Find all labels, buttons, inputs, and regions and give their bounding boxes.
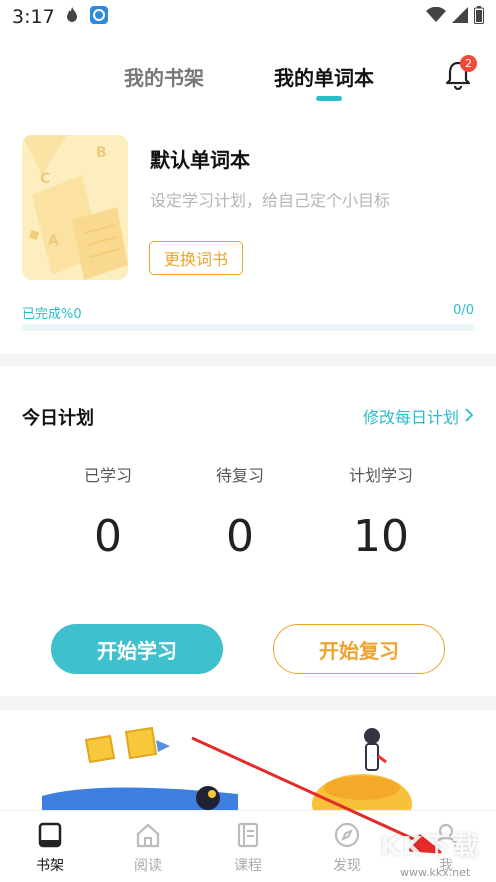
wordbook-description: 设定学习计划，给自己定个小目标 [150, 191, 391, 210]
nav-item-course[interactable]: 课程 [218, 821, 278, 875]
progress-count: 0/0 [453, 303, 474, 318]
cover-letter-a: A [48, 233, 59, 249]
stat-to-review: 待复习 0 [170, 462, 310, 562]
start-review-button[interactable]: 开始复习 [273, 624, 445, 674]
status-time: 3:17 [12, 6, 55, 28]
stat-learned-value: 0 [94, 511, 122, 562]
stat-planned-value: 10 [353, 511, 409, 562]
notification-badge: 2 [460, 55, 477, 72]
modify-daily-plan-link[interactable]: 修改每日计划 [363, 404, 474, 428]
cover-letter-c: C [40, 171, 51, 187]
promo-banners [0, 710, 496, 810]
stat-learned: 已学习 0 [38, 462, 178, 562]
wordbook-card: B C A 默认单词本 设定学习计划，给自己定个小目标 更换词书 已完成%0 0… [0, 114, 496, 354]
modify-daily-plan-label: 修改每日计划 [362, 408, 459, 427]
progress-bar [22, 324, 474, 331]
nav-label-reading: 阅读 [134, 858, 162, 874]
word-game-banner[interactable] [38, 710, 248, 810]
battery-icon [474, 6, 484, 28]
start-learning-button[interactable]: 开始学习 [51, 624, 223, 674]
cover-letter-b: B [96, 145, 107, 161]
nav-label-course: 课程 [234, 858, 262, 874]
nav-item-reading[interactable]: 阅读 [118, 821, 178, 875]
signal-icon [452, 7, 468, 27]
home-icon [118, 821, 178, 849]
flame-icon [63, 6, 81, 28]
bookshelf-icon [20, 821, 80, 849]
nav-item-bookshelf[interactable]: 书架 [20, 821, 80, 875]
nav-label-discover: 发现 [333, 858, 361, 874]
robot-planet-banner[interactable] [290, 726, 420, 810]
tab-bookshelf[interactable]: 我的书架 [124, 62, 204, 91]
app-notification-icon [89, 5, 109, 29]
active-tab-indicator [316, 96, 342, 101]
stat-planned: 计划学习 10 [311, 462, 451, 562]
wifi-icon [426, 6, 446, 27]
nav-label-bookshelf: 书架 [36, 858, 64, 874]
tab-wordbook[interactable]: 我的单词本 [274, 62, 374, 91]
compass-icon [317, 821, 377, 849]
daily-plan-title: 今日计划 [22, 408, 94, 429]
course-icon [218, 821, 278, 849]
daily-plan-card: 今日计划 修改每日计划 已学习 0 待复习 0 计划学习 10 开始学习 开始复… [0, 366, 496, 696]
nav-item-discover[interactable]: 发现 [317, 821, 377, 875]
stat-to-review-value: 0 [226, 511, 254, 562]
stat-to-review-label: 待复习 [215, 466, 264, 485]
chevron-right-icon [465, 407, 474, 426]
wordbook-title: 默认单词本 [150, 148, 250, 172]
top-tab-bar: 我的书架 我的单词本 2 [0, 34, 496, 114]
change-book-button[interactable]: 更换词书 [149, 241, 243, 275]
watermark-url: www.kkx.net [400, 866, 471, 879]
stat-learned-label: 已学习 [83, 466, 132, 485]
stat-planned-label: 计划学习 [348, 466, 413, 485]
progress-label: 已完成%0 [22, 307, 82, 322]
book-cover[interactable]: B C A [22, 135, 128, 280]
watermark-logo: KK下载 [380, 832, 481, 862]
status-bar: 3:17 [0, 0, 496, 34]
